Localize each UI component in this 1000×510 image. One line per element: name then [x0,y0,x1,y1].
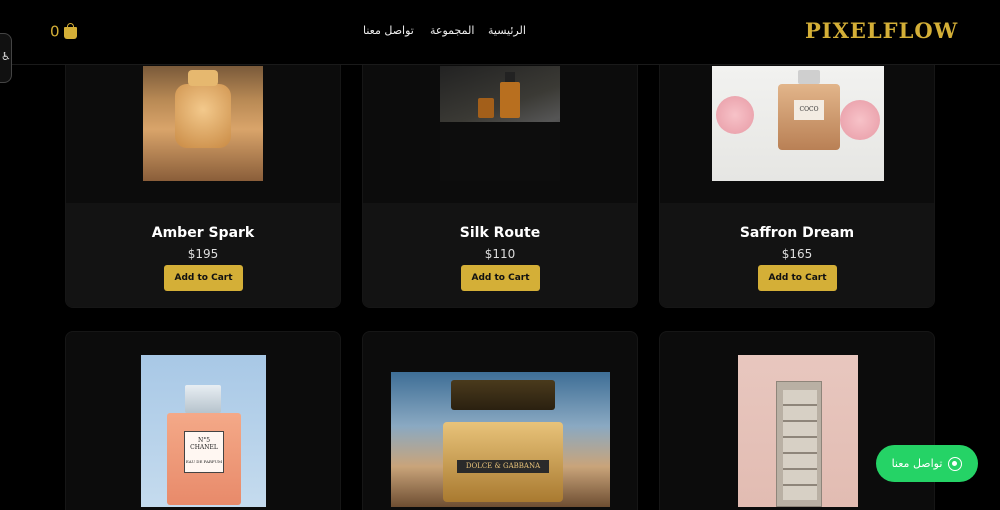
shelf-compartments [783,390,817,500]
product-name: Saffron Dream [739,225,855,241]
label-sub: EAU DE PARFUM [185,459,223,464]
bottle-cap [798,70,820,84]
product-price: $110 [484,247,516,261]
perfume-bottle [500,82,520,118]
cart-button[interactable]: 0 [50,22,77,41]
product-card [659,331,935,510]
rose-decoration [716,96,754,134]
whatsapp-label: تواصل معنا [891,457,943,470]
product-price: $165 [781,247,813,261]
shopping-bag-icon [63,22,77,39]
product-info: Amber Spark $195 Add to Cart [66,203,340,307]
label-number: N°5 [197,437,211,444]
bottle-cap [451,380,555,410]
bottle-cap [188,70,218,86]
perfume-bottle [175,84,231,148]
whatsapp-icon [948,456,963,471]
bottle-label: COCO [794,100,824,120]
product-info: Saffron Dream $165 Add to Cart [660,203,934,307]
perfume-bottle: DOLCE & GABBANA [443,422,563,502]
shadow-surface [440,122,560,181]
rose-decoration [840,100,880,140]
bottle-cap [185,385,221,413]
add-to-cart-button[interactable]: Add to Cart [461,265,540,291]
product-image[interactable]: DOLCE & GABBANA [391,372,610,507]
main-nav: الرئيسية المجموعة تواصل معنا [0,24,1000,44]
accessibility-icon: ♿ [1,50,11,63]
whatsapp-contact-button[interactable]: تواصل معنا [876,445,978,482]
accessibility-toggle[interactable]: ♿ [0,33,12,83]
perfume-bottle: N°5 CHANEL EAU DE PARFUM [167,413,241,505]
product-card: DOLCE & GABBANA [362,331,638,510]
nav-home[interactable]: الرئيسية [488,24,526,37]
product-image[interactable]: COCO [712,66,884,181]
add-to-cart-button[interactable]: Add to Cart [164,265,243,291]
bottle-label: N°5 CHANEL EAU DE PARFUM [184,431,224,473]
product-image[interactable] [143,66,263,181]
product-info: Silk Route $110 Add to Cart [363,203,637,307]
shelf-unit [776,381,822,507]
product-price: $195 [187,247,219,261]
bottle-label: DOLCE & GABBANA [457,460,549,473]
bottle-cap [505,72,515,82]
perfume-bottle-small [478,98,494,118]
add-to-cart-button[interactable]: Add to Cart [758,265,837,291]
product-image[interactable]: N°5 CHANEL EAU DE PARFUM [141,355,266,507]
label-brand: CHANEL [190,444,218,451]
product-image[interactable] [440,66,560,181]
product-card: N°5 CHANEL EAU DE PARFUM [65,331,341,510]
cart-count: 0 [50,22,60,41]
product-image[interactable] [738,355,858,507]
site-header: PIXELFLOW الرئيسية المجموعة تواصل معنا 0 [0,0,1000,65]
product-name: Silk Route [459,225,541,241]
nav-contact[interactable]: تواصل معنا [363,24,414,37]
perfume-bottle: COCO [778,84,840,150]
product-name: Amber Spark [151,225,255,241]
nav-collection[interactable]: المجموعة [430,24,474,37]
